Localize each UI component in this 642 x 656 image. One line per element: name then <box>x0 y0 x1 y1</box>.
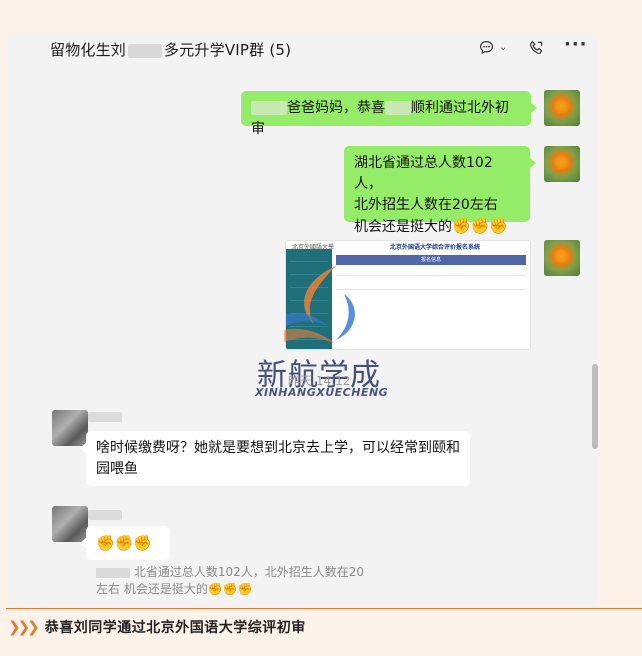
redacted-sender-name <box>88 412 122 422</box>
group-title: 留物化生刘 多元升学VIP群 (5) <box>50 41 292 59</box>
caption: ❯❯❯ 恭喜刘同学通过北京外国语大学综评初审 <box>8 615 306 639</box>
redacted-sender-name <box>88 510 122 520</box>
redacted-name <box>128 43 163 58</box>
double-chevron-right-icon: ❯❯❯ <box>8 618 40 636</box>
message-bubble[interactable]: 爸爸妈妈，恭喜 顺利通过北外初审 <box>241 91 537 137</box>
caption-divider <box>6 608 642 609</box>
fist-emoji-icon: ✊✊✊ <box>207 582 253 596</box>
message-bubble[interactable]: ✊✊✊ <box>80 526 170 560</box>
redacted-name <box>385 101 411 115</box>
more-options-icon[interactable]: ··· <box>564 34 588 55</box>
message-bubble[interactable]: 湖北省通过总人数102人， 北外招生人数在20左右 机会还是挺大的✊✊✊ <box>344 146 536 235</box>
redacted-name <box>251 101 287 115</box>
scrollbar[interactable] <box>592 364 598 449</box>
fist-emoji-icon: ✊✊✊ <box>452 217 509 235</box>
chevron-down-icon: ⌄ <box>499 41 508 53</box>
chat-window: 留物化生刘 多元升学VIP群 (5) ⌄ ··· 爸爸妈妈，恭喜 顺利通过北外初审 … <box>8 34 598 609</box>
voice-call-icon[interactable] <box>528 37 545 57</box>
message-bubble[interactable]: 啥时候缴费呀？她就是要想到北京去上学，可以经常到颐和园喂鱼 <box>80 431 470 486</box>
quoted-reply[interactable]: 北省通过总人数102人，北外招生人数在20 左右 机会还是挺大的✊✊✊ <box>96 564 396 598</box>
avatar-self[interactable] <box>544 90 580 126</box>
caption-text: 恭喜刘同学通过北京外国语大学综评初审 <box>44 620 306 636</box>
avatar-self[interactable] <box>544 146 580 182</box>
avatar-member[interactable] <box>52 410 88 446</box>
fist-emoji-icon: ✊✊✊ <box>96 534 153 552</box>
chat-header: 留物化生刘 多元升学VIP群 (5) ⌄ ··· <box>8 34 598 62</box>
redacted-name <box>96 567 130 578</box>
avatar-self[interactable] <box>544 240 580 276</box>
watermark-logo <box>284 266 355 344</box>
chat-bubble-icon[interactable]: ⌄ <box>478 37 507 57</box>
watermark-subtext: XINHANGXUECHENG <box>255 386 389 399</box>
avatar-member[interactable] <box>52 506 88 542</box>
